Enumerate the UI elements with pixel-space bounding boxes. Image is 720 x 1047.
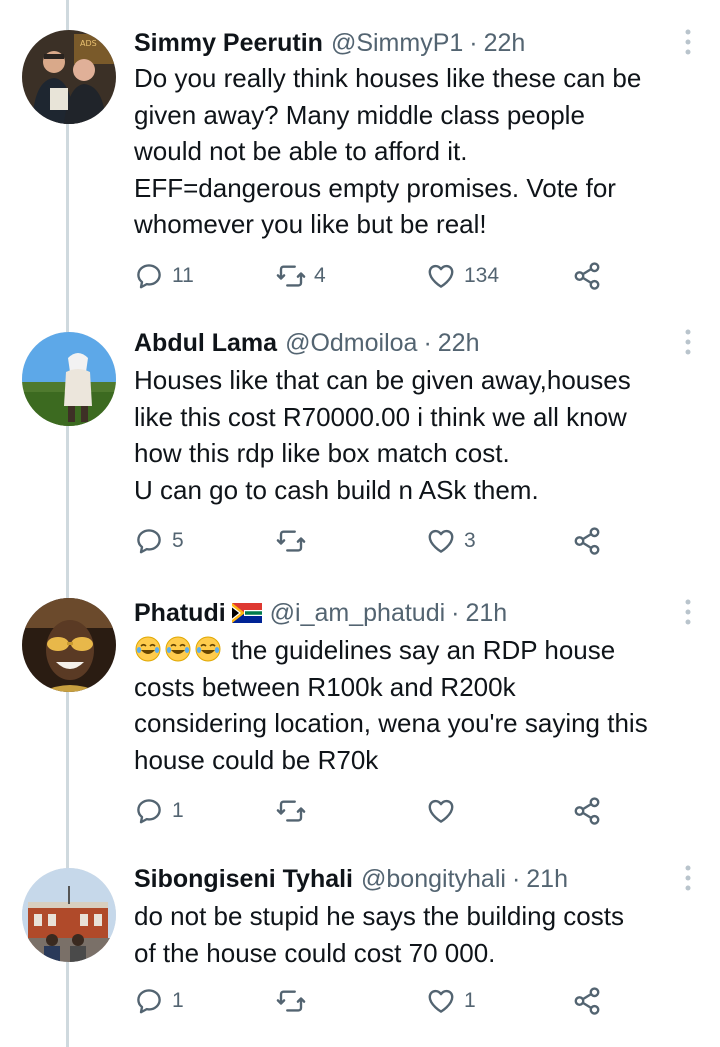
like-count: 1 <box>464 989 476 1012</box>
svg-text:ADS: ADS <box>80 39 97 48</box>
heart-icon <box>428 989 454 1013</box>
share-icon <box>574 797 600 825</box>
retweet-icon <box>276 800 306 822</box>
tweet-header: Phatudi @i_am_phatudi · 21h <box>134 596 507 630</box>
share-icon <box>574 527 600 555</box>
share-icon <box>574 987 600 1015</box>
user-handle[interactable]: @i_am_phatudi <box>270 599 446 628</box>
display-name[interactable]: Simmy Peerutin <box>134 29 323 58</box>
separator: · <box>423 328 432 357</box>
tweet-text: Houses like that can be given away,house… <box>134 365 631 505</box>
tweet-header: Simmy Peerutin @SimmyP1 · 22h <box>134 26 525 60</box>
user-handle[interactable]: @SimmyP1 <box>331 29 463 58</box>
separator: · <box>511 864 521 893</box>
separator: · <box>451 598 460 627</box>
more-icon[interactable] <box>684 864 692 892</box>
tears-of-joy-emoji-icon <box>165 636 191 662</box>
reply-icon <box>137 799 161 824</box>
share-button[interactable] <box>572 984 602 1018</box>
reply-count: 1 <box>172 989 184 1012</box>
more-icon[interactable] <box>684 328 692 356</box>
share-icon <box>574 262 600 290</box>
more-icon[interactable] <box>684 598 692 626</box>
tweet-text: Do you really think houses like these ca… <box>134 63 642 239</box>
more-icon[interactable] <box>684 28 692 56</box>
tweet-header: Abdul Lama @Odmoiloa · 22h <box>134 326 480 360</box>
heart-icon <box>428 264 454 288</box>
timestamp[interactable]: 22h <box>484 29 526 58</box>
retweet-icon <box>276 265 306 287</box>
retweet-button[interactable]: 4 <box>276 259 326 293</box>
tweet-actions: 1 1 <box>134 984 614 1018</box>
like-button[interactable]: 3 <box>426 524 476 558</box>
avatar[interactable] <box>22 868 116 962</box>
reply-count: 5 <box>172 529 184 552</box>
display-name[interactable]: Sibongiseni Tyhali <box>134 865 353 894</box>
user-handle[interactable]: @Odmoiloa <box>285 329 417 358</box>
timestamp[interactable]: 22h <box>438 329 480 358</box>
display-name[interactable]: Phatudi <box>134 599 226 628</box>
tweet-actions: 11 4 134 <box>134 259 614 293</box>
display-name[interactable]: Abdul Lama <box>134 329 277 358</box>
share-button[interactable] <box>572 259 602 293</box>
reply-count: 11 <box>172 264 194 287</box>
reply-icon <box>137 529 161 554</box>
tears-of-joy-emoji-icon <box>135 636 161 662</box>
timestamp[interactable]: 21h <box>526 865 568 894</box>
like-button[interactable] <box>426 794 464 828</box>
retweet-button[interactable] <box>276 524 314 558</box>
retweet-count: 4 <box>314 264 326 287</box>
separator: · <box>469 28 478 57</box>
retweet-icon <box>276 530 306 552</box>
tweet-actions: 1 <box>134 794 614 828</box>
heart-icon <box>428 529 454 553</box>
tweet-header: Sibongiseni Tyhali @bongityhali · 21h <box>134 862 568 896</box>
reply-button[interactable]: 1 <box>134 984 184 1018</box>
heart-icon <box>428 799 454 823</box>
avatar[interactable] <box>22 332 116 426</box>
timestamp[interactable]: 21h <box>466 599 508 628</box>
emoji-group <box>134 635 224 665</box>
retweet-icon <box>276 990 306 1012</box>
like-count: 134 <box>464 264 500 287</box>
share-button[interactable] <box>572 524 602 558</box>
reply-button[interactable]: 5 <box>134 524 184 558</box>
user-handle[interactable]: @bongityhali <box>361 865 506 894</box>
like-count: 3 <box>464 529 476 552</box>
south-africa-flag-icon <box>231 603 262 623</box>
tweet-text: do not be stupid he says the building co… <box>134 901 624 968</box>
tweet-actions: 5 3 <box>134 524 614 558</box>
retweet-button[interactable] <box>276 984 314 1018</box>
avatar[interactable] <box>22 598 116 692</box>
reply-icon <box>137 989 161 1014</box>
like-button[interactable]: 1 <box>426 984 476 1018</box>
reply-button[interactable]: 11 <box>134 259 194 293</box>
share-button[interactable] <box>572 794 602 828</box>
avatar[interactable]: ADS <box>22 30 116 124</box>
tweet-text: the guidelines say an RDP house costs be… <box>134 632 704 778</box>
reply-button[interactable]: 1 <box>134 794 184 828</box>
reply-icon <box>137 264 161 289</box>
like-button[interactable]: 134 <box>426 259 499 293</box>
retweet-button[interactable] <box>276 794 314 828</box>
reply-count: 1 <box>172 799 184 822</box>
tears-of-joy-emoji-icon <box>195 636 221 662</box>
